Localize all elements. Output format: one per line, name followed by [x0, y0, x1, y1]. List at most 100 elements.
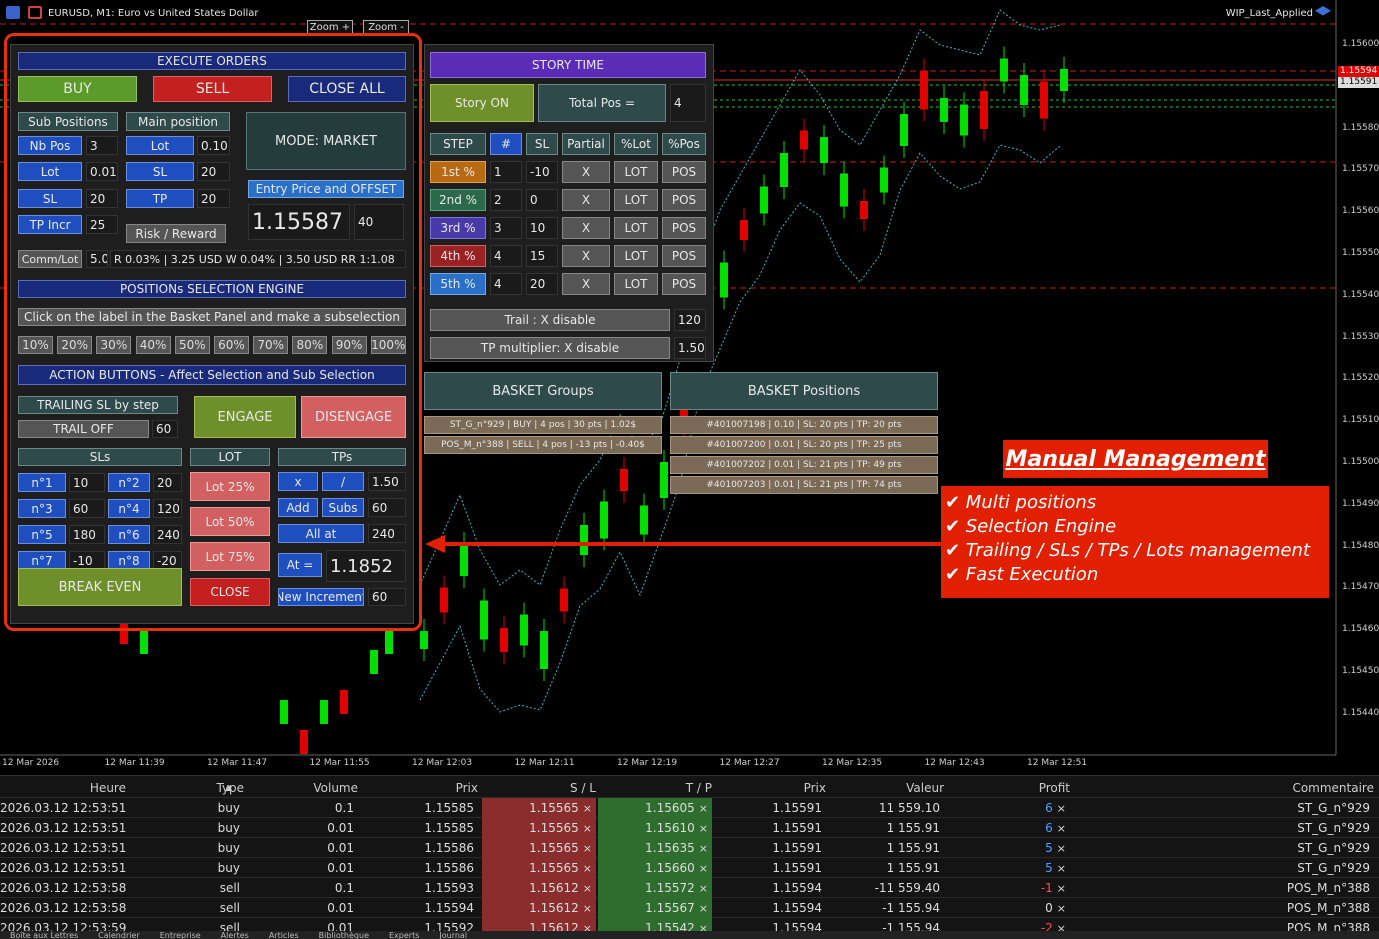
bottom-tabs[interactable]: Boîte aux Lettres Calendrier Entreprise Ale…: [0, 931, 1379, 939]
remove-icon[interactable]: ×: [699, 902, 708, 915]
remove-icon[interactable]: ×: [583, 902, 592, 915]
bottom-tab[interactable]: Articles: [259, 931, 309, 939]
table-cell: 1.15594: [716, 898, 826, 918]
table-cell: 1.15586: [362, 858, 478, 878]
tp-multiplier-disable-button[interactable]: TP multiplier: X disable: [430, 337, 670, 359]
remove-icon[interactable]: ×: [1057, 842, 1066, 855]
sort-arrow-icon[interactable]: ▲: [226, 778, 238, 798]
column-header[interactable]: Profit: [948, 778, 1070, 798]
remove-icon[interactable]: ×: [1057, 802, 1066, 815]
candle-body: [960, 104, 968, 136]
feature-item: ✔ Fast Execution: [945, 564, 1099, 585]
trade-table[interactable]: Heure Type Volume Prix S / LT / P Prix Valeur P…: [0, 775, 1379, 939]
column-header[interactable]: Volume: [248, 778, 358, 798]
remove-icon[interactable]: ×: [1057, 822, 1066, 835]
price-axis-label: 1.15510: [1342, 415, 1379, 426]
story-step-button[interactable]: 2nd %: [430, 189, 486, 211]
candle-body: [340, 690, 348, 714]
table-cell: ST_G_n°929: [1076, 818, 1374, 838]
column-header[interactable]: Valeur: [832, 778, 944, 798]
basket-position-item[interactable]: #401007202 | 0.01 | SL: 21 pts | TP: 49 …: [670, 456, 938, 474]
chart-title-bar: EURUSD, M1: Euro vs United States Dollar…: [0, 0, 1379, 28]
trail-disable-button[interactable]: Trail : X disable: [430, 309, 670, 331]
remove-icon[interactable]: ×: [699, 882, 708, 895]
story-step-button[interactable]: 5th %: [430, 273, 486, 295]
table-cell: sell: [130, 878, 244, 898]
story-pos-button[interactable]: POS: [662, 189, 706, 211]
candle-body: [720, 262, 728, 298]
story-lot-button[interactable]: LOT: [614, 189, 658, 211]
bottom-tab[interactable]: Experts: [379, 931, 429, 939]
table-cell: 1.15612 ×: [482, 898, 596, 918]
basket-group-item[interactable]: POS_M_n°388 | SELL | 4 pos | -13 pts | -…: [424, 436, 662, 454]
table-row[interactable]: 2026.03.12 12:53:51.511 buy 0.01 1.15585 1.1…: [0, 818, 1379, 838]
story-pos-button[interactable]: POS: [662, 245, 706, 267]
table-row[interactable]: 2026.03.12 12:53:51.333 buy 0.1 1.15585 1.15…: [0, 798, 1379, 818]
bottom-tab[interactable]: Alertes: [211, 931, 259, 939]
cell-value: 1.15567: [645, 901, 695, 915]
remove-icon[interactable]: ×: [699, 802, 708, 815]
cell-value: 0: [1045, 901, 1053, 915]
menu-icon[interactable]: [6, 6, 20, 19]
story-step-button[interactable]: 1st %: [430, 161, 486, 183]
story-partial-button[interactable]: X: [562, 273, 610, 295]
bottom-tab[interactable]: Boîte aux Lettres: [0, 931, 88, 939]
table-row[interactable]: 2026.03.12 12:53:58.951 sell 0.01 1.15594 1.…: [0, 898, 1379, 918]
remove-icon[interactable]: ×: [583, 822, 592, 835]
cell-value: 1.15610: [645, 821, 695, 835]
story-step-button[interactable]: 3rd %: [430, 217, 486, 239]
table-row[interactable]: 2026.03.12 12:53:51.849 buy 0.01 1.15586 1.1…: [0, 858, 1379, 878]
column-header[interactable]: Prix: [362, 778, 478, 798]
story-partial-button[interactable]: X: [562, 189, 610, 211]
column-header[interactable]: Commentaire: [1076, 778, 1374, 798]
remove-icon[interactable]: ×: [1057, 862, 1066, 875]
candle-body: [440, 587, 448, 613]
story-step-button[interactable]: 4th %: [430, 245, 486, 267]
table-row[interactable]: 2026.03.12 12:53:58.785 sell 0.1 1.15593 1.1…: [0, 878, 1379, 898]
cell-value: 1.15591: [772, 801, 822, 815]
remove-icon[interactable]: ×: [699, 842, 708, 855]
table-cell: 1.15565 ×: [482, 798, 596, 818]
column-header[interactable]: T / P: [598, 778, 712, 798]
basket-group-item[interactable]: ST_G_n°929 | BUY | 4 pos | 30 pts | 1.02…: [424, 416, 662, 434]
calendar-icon[interactable]: [28, 6, 42, 19]
column-header[interactable]: Prix: [716, 778, 826, 798]
remove-icon[interactable]: ×: [1057, 882, 1066, 895]
bottom-tab[interactable]: Bibliothèque: [309, 931, 379, 939]
story-on-button[interactable]: Story ON: [430, 84, 534, 122]
remove-icon[interactable]: ×: [1057, 902, 1066, 915]
remove-icon[interactable]: ×: [583, 882, 592, 895]
remove-icon[interactable]: ×: [583, 862, 592, 875]
basket-positions-header: BASKET Positions: [670, 372, 938, 410]
remove-icon[interactable]: ×: [583, 842, 592, 855]
cell-value: POS_M_n°388: [1286, 881, 1370, 895]
story-lot-button[interactable]: LOT: [614, 161, 658, 183]
price-axis-label: 1.15580: [1342, 122, 1379, 133]
basket-position-item[interactable]: #401007198 | 0.10 | SL: 20 pts | TP: 20 …: [670, 416, 938, 434]
column-header[interactable]: S / L: [482, 778, 596, 798]
story-partial-button[interactable]: X: [562, 217, 610, 239]
bottom-tab[interactable]: Entreprise: [150, 931, 211, 939]
story-pos-button[interactable]: POS: [662, 161, 706, 183]
remove-icon[interactable]: ×: [583, 802, 592, 815]
story-lot-button[interactable]: LOT: [614, 245, 658, 267]
remove-icon[interactable]: ×: [699, 822, 708, 835]
bottom-tab[interactable]: Calendrier: [88, 931, 150, 939]
story-lot-button[interactable]: LOT: [614, 217, 658, 239]
remove-icon[interactable]: ×: [699, 862, 708, 875]
basket-position-item[interactable]: #401007203 | 0.01 | SL: 21 pts | TP: 74 …: [670, 476, 938, 494]
story-pos-button[interactable]: POS: [662, 273, 706, 295]
basket-position-item[interactable]: #401007200 | 0.01 | SL: 20 pts | TP: 25 …: [670, 436, 938, 454]
manual-management-title: Manual Management: [1003, 440, 1268, 478]
story-pos-button[interactable]: POS: [662, 217, 706, 239]
column-header[interactable]: Heure: [0, 778, 126, 798]
story-partial-button[interactable]: X: [562, 245, 610, 267]
candle-body: [300, 730, 308, 754]
story-tp-mult-input[interactable]: 1.50: [674, 337, 706, 359]
candle-body: [1040, 81, 1048, 119]
story-lot-button[interactable]: LOT: [614, 273, 658, 295]
story-partial-button[interactable]: X: [562, 161, 610, 183]
story-trail-input[interactable]: 120: [674, 309, 706, 331]
table-row[interactable]: 2026.03.12 12:53:51.671 buy 0.01 1.15586 1.1…: [0, 838, 1379, 858]
bottom-tab[interactable]: Journal: [429, 931, 477, 939]
